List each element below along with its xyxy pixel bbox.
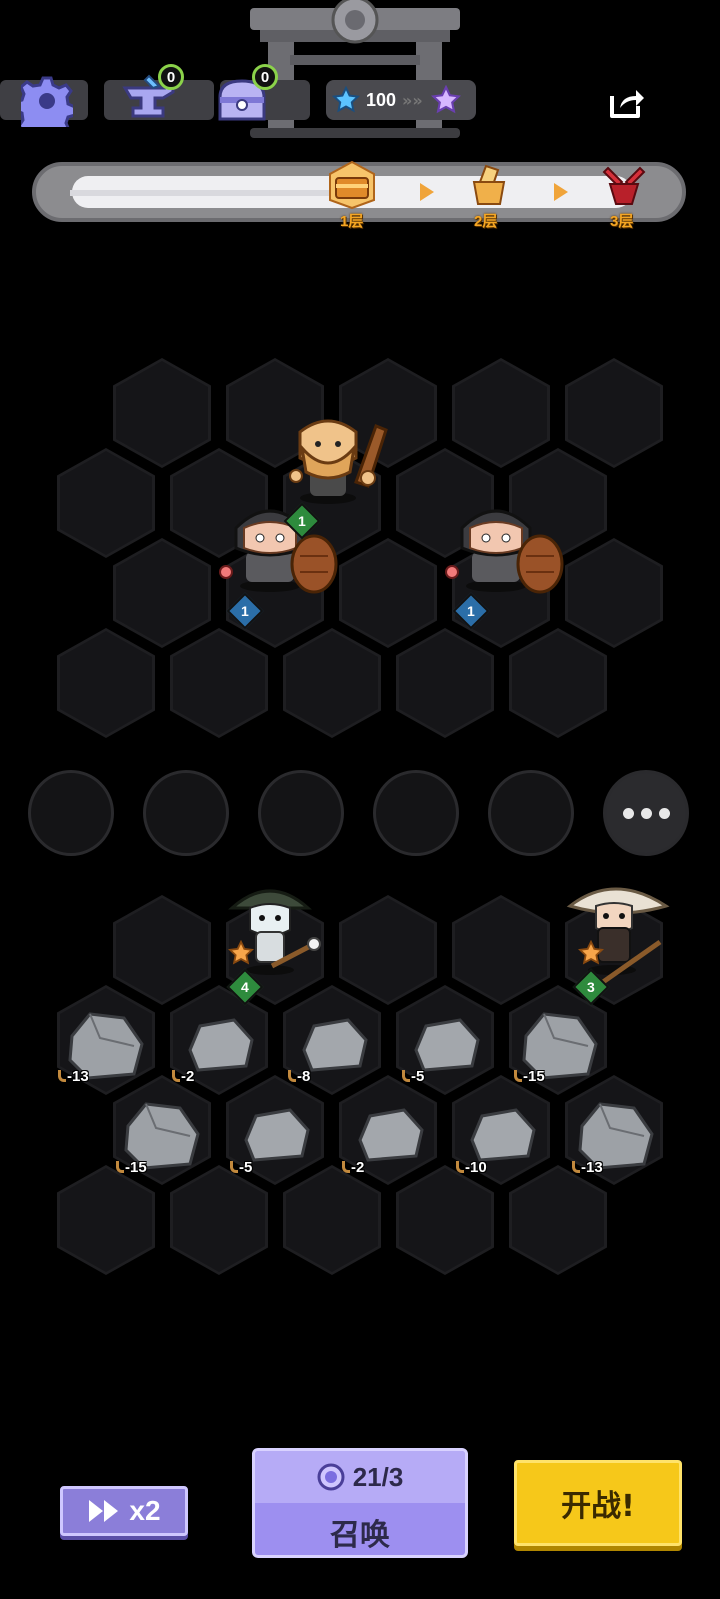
summon-count: 21/3 <box>352 1461 404 1492</box>
star-icon <box>228 940 254 965</box>
chest-count-badge: 0 <box>252 64 278 90</box>
hex-cell[interactable] <box>452 895 550 1005</box>
hex-cell[interactable] <box>396 628 494 738</box>
hex-cell[interactable] <box>57 1165 155 1275</box>
rock-medium[interactable] <box>240 1104 314 1166</box>
bench-slot[interactable] <box>143 770 229 856</box>
hex-cell[interactable] <box>565 358 663 468</box>
star-value: 100 <box>366 89 397 110</box>
rock-hp-label: -15 <box>116 1159 147 1176</box>
dot <box>640 807 652 819</box>
rock-medium[interactable] <box>466 1104 540 1166</box>
rock-hp-label: -13 <box>58 1068 89 1085</box>
rock-hp-label: -8 <box>288 1068 310 1085</box>
bench-slot[interactable] <box>373 770 459 856</box>
hex-cell[interactable] <box>57 628 155 738</box>
progress-arrow-icon <box>420 183 434 201</box>
floor-label-1: 1层 <box>340 213 364 230</box>
anvil-count-badge: 0 <box>158 64 184 90</box>
rock-hp-label: -5 <box>402 1068 424 1085</box>
share-icon[interactable] <box>606 82 646 122</box>
rock-hp-label: -2 <box>172 1068 194 1085</box>
start-battle-button[interactable]: 开战! <box>514 1460 682 1546</box>
hex-cell[interactable] <box>509 1165 607 1275</box>
hex-cell[interactable] <box>283 1165 381 1275</box>
hex-cell[interactable] <box>452 358 550 468</box>
enemy-shield-bandit[interactable] <box>214 498 344 598</box>
summon-orb-icon <box>317 1463 345 1491</box>
enemy-shield-bandit[interactable] <box>440 498 570 598</box>
rock-medium[interactable] <box>298 1014 372 1076</box>
fast-forward-icon <box>89 1500 119 1522</box>
hex-cell[interactable] <box>170 1165 268 1275</box>
gear-icon <box>21 76 73 127</box>
bench-slot[interactable] <box>488 770 574 856</box>
rock-hp-label: -2 <box>342 1159 364 1176</box>
more-button[interactable] <box>603 770 689 856</box>
progress-fill <box>70 190 330 196</box>
dot <box>622 807 634 819</box>
rock-hp-label: -15 <box>514 1068 545 1085</box>
floor-label-2: 2层 <box>474 213 498 230</box>
floor-label-3: 3层 <box>610 213 634 230</box>
bench-slot[interactable] <box>28 770 114 856</box>
rainbow-star-icon <box>430 85 461 114</box>
hex-cell[interactable] <box>509 628 607 738</box>
speed-button[interactable]: x2 <box>60 1486 188 1536</box>
enemy-bearded-warrior[interactable] <box>286 412 396 508</box>
hex-cell[interactable] <box>170 628 268 738</box>
hex-cell[interactable] <box>113 895 211 1005</box>
hex-cell[interactable] <box>565 538 663 648</box>
progress-chevron-icon: »» <box>402 90 423 110</box>
hex-cell[interactable] <box>339 538 437 648</box>
floor-1-chest-icon <box>329 160 375 210</box>
rock-medium[interactable] <box>410 1014 484 1076</box>
rock-medium[interactable] <box>354 1104 428 1166</box>
star-icon <box>578 940 604 965</box>
hex-cell[interactable] <box>283 628 381 738</box>
hex-cell[interactable] <box>113 358 211 468</box>
dot <box>658 807 670 819</box>
hex-cell[interactable] <box>57 448 155 558</box>
rock-hp-label: -13 <box>572 1159 603 1176</box>
hex-cell[interactable] <box>113 538 211 648</box>
floor-2-reward-icon <box>472 164 506 205</box>
rock-medium[interactable] <box>184 1014 258 1076</box>
settings-button[interactable] <box>20 74 74 128</box>
rock-hp-label: -10 <box>456 1159 487 1176</box>
progress-arrow-icon <box>554 183 568 201</box>
rock-hp-label: -5 <box>230 1159 252 1176</box>
star-icon <box>332 86 360 113</box>
hex-cell[interactable] <box>339 895 437 1005</box>
floor-3-battle-icon <box>602 166 646 205</box>
bench-slot[interactable] <box>258 770 344 856</box>
summon-cost: 21/3 <box>255 1451 465 1503</box>
summon-button[interactable]: 21/3 召唤 <box>252 1448 468 1558</box>
summon-label: 召唤 <box>330 1518 390 1553</box>
star-currency: 100 »» <box>326 80 476 120</box>
hex-cell[interactable] <box>396 1165 494 1275</box>
speed-label: x2 <box>129 1495 161 1526</box>
